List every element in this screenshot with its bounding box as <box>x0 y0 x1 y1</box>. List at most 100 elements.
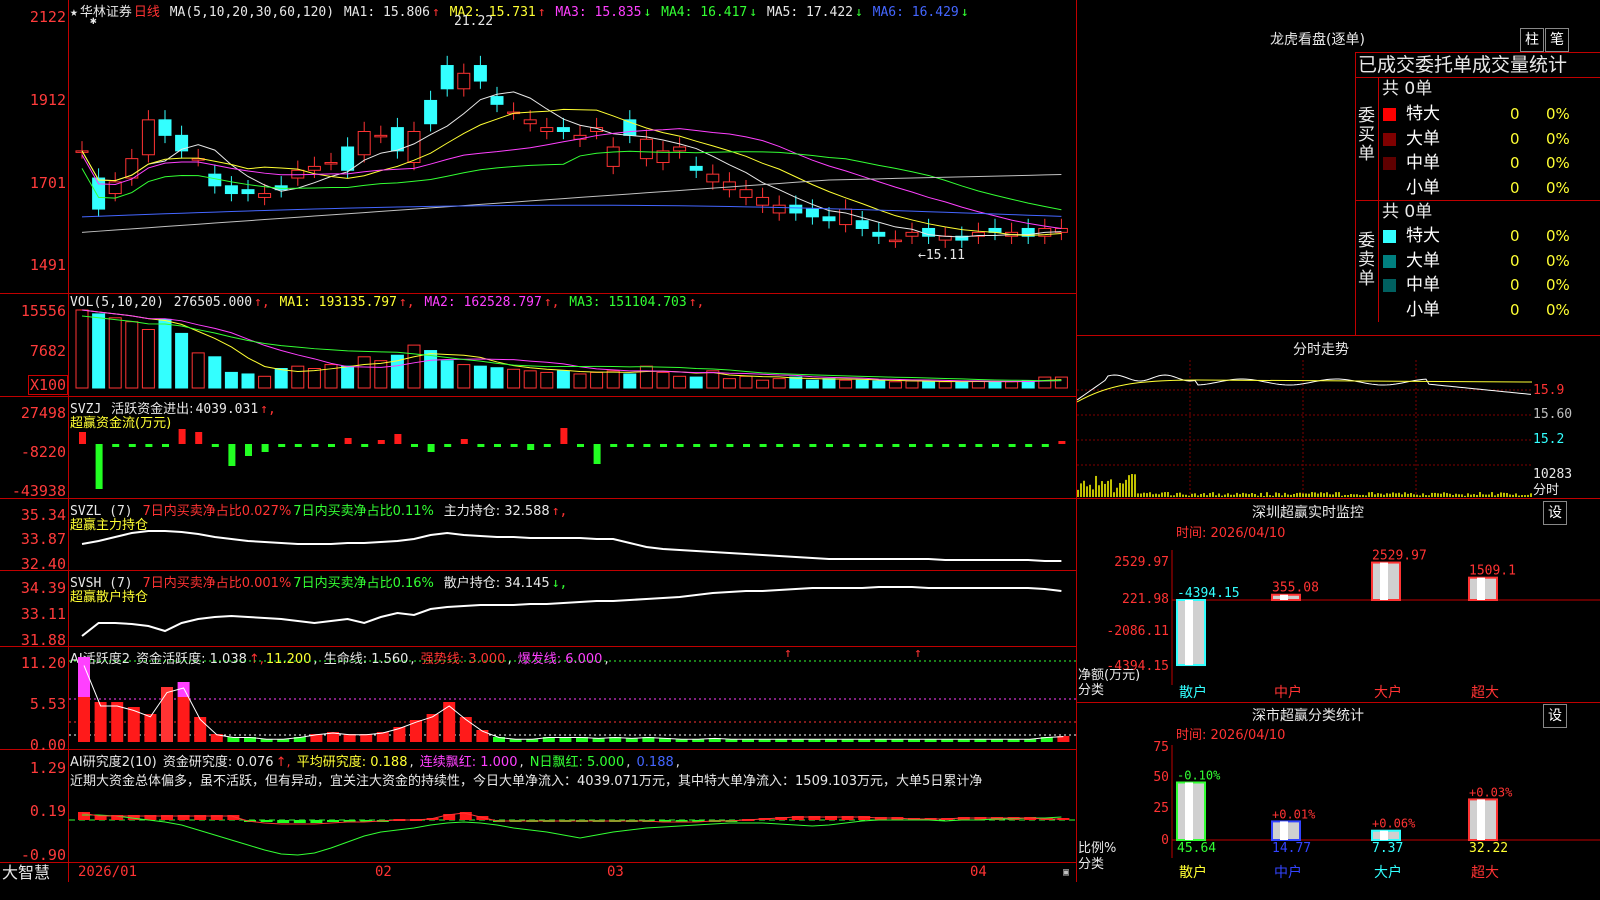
main-y-tick: 2122 <box>0 8 66 26</box>
volume-bar <box>939 382 951 388</box>
flow-bar <box>212 444 219 447</box>
sell-row-count: 0 <box>1510 300 1520 320</box>
volume-bar <box>474 366 486 388</box>
fs-vol-bar <box>1506 493 1508 497</box>
fs-vol-bar <box>1338 492 1340 497</box>
ai2-y-tick: 0.19 <box>0 802 66 820</box>
volume-bar <box>1006 382 1018 388</box>
volume-bar <box>757 380 769 388</box>
sell-row-count: 0 <box>1510 226 1520 246</box>
volume-bar <box>524 371 536 388</box>
flow-bar <box>610 444 617 447</box>
change-label: +0.06% <box>1372 817 1416 831</box>
activity-bar <box>194 717 206 742</box>
fs-vol-bar <box>1254 494 1256 497</box>
volume-bar <box>209 357 221 388</box>
flow-bar <box>892 444 899 447</box>
fs-vol-bar <box>1530 493 1532 497</box>
fs-vol-bar <box>1140 494 1142 497</box>
buy-row-pct: 0% <box>1546 178 1570 198</box>
y-tick-label: 2529.97 <box>1114 555 1169 570</box>
buy-color-swatch <box>1383 133 1396 146</box>
flow-bar <box>278 444 285 447</box>
volume-bar <box>889 382 901 388</box>
category-bar-highlight <box>1380 563 1388 600</box>
volume-bar <box>292 366 304 388</box>
main-position-chart[interactable] <box>69 499 1076 570</box>
x-label: 04 <box>970 865 987 879</box>
candle <box>889 240 901 242</box>
activity-chart[interactable]: ↑ ↑ <box>69 647 1076 749</box>
fs-vol-bar <box>1347 495 1349 497</box>
bar-mode-button[interactable]: 柱 <box>1520 28 1544 52</box>
fs-vol-bar <box>1116 488 1118 497</box>
fs-vol-bar <box>1314 492 1316 497</box>
fs-vol-bar <box>1086 486 1088 497</box>
flow-bar <box>527 444 534 450</box>
candle <box>740 190 752 198</box>
fs-vol-bar <box>1431 493 1433 497</box>
sell-color-swatch <box>1383 304 1396 317</box>
pane-divider <box>0 749 1076 750</box>
fs-vol-bar <box>1515 493 1517 497</box>
cls-settings-button[interactable]: 设 <box>1543 704 1567 728</box>
fs-vol-bar <box>1290 495 1292 497</box>
fs-vol-bar <box>1356 494 1358 497</box>
volume-chart[interactable] <box>69 294 1076 396</box>
flow-bar <box>959 444 966 447</box>
ai2-header: AI研究度2(10) 资金研究度: 0.076 ↑, 平均研究度: 0.188, … <box>70 751 682 770</box>
category-bar-highlight <box>1477 578 1485 600</box>
intraday-chart[interactable] <box>1077 360 1532 497</box>
candle <box>474 66 486 82</box>
flow-bar <box>394 434 401 444</box>
fs-vol-bar <box>1095 476 1097 497</box>
sz-net-bar-chart[interactable]: 2529.97221.98-2086.11-4394.15-4394.15散户3… <box>1077 545 1600 705</box>
flow-bar <box>162 444 169 447</box>
flow-bar <box>444 444 451 447</box>
flow-bar <box>1058 441 1065 444</box>
bar-value-label: 355.08 <box>1272 581 1319 596</box>
ma30-line <box>82 151 1061 209</box>
buy-total: 共 0单 <box>1382 80 1432 99</box>
category-label: 大户 <box>1374 864 1402 881</box>
fs-vol-bar <box>1137 493 1139 497</box>
fs-vol-bar <box>1365 495 1367 497</box>
flow-bar <box>627 444 634 447</box>
fund-flow-chart[interactable] <box>69 397 1076 498</box>
fs-vol-bar <box>1446 493 1448 497</box>
svsh-y-tick: 33.11 <box>0 605 66 623</box>
y-tick-label: 0 <box>1161 833 1169 848</box>
fs-vol-bar <box>1485 495 1487 497</box>
cls-ratio-bar-chart[interactable]: 75 50 25 0 -0.10% 45.64 散户 +0.01% 14.77 中户 +0.06% 7… <box>1077 740 1600 900</box>
flow-bar <box>311 444 318 447</box>
activity-bar <box>95 702 107 742</box>
volume-bar <box>591 372 603 388</box>
volume-bar <box>441 361 453 388</box>
fs-vol-bar <box>1308 494 1310 497</box>
svsh-y-tick: 31.88 <box>0 631 66 649</box>
fs-vol-bar <box>1524 495 1526 497</box>
fs-vol-bar <box>1101 481 1103 497</box>
sz-settings-button[interactable]: 设 <box>1543 501 1567 525</box>
fs-vol-bar <box>1377 493 1379 497</box>
change-label: +0.01% <box>1272 807 1316 821</box>
vol-unit: X100 <box>28 375 68 395</box>
sell-row-count: 0 <box>1510 251 1520 271</box>
volume-bar <box>259 376 271 388</box>
cls-axis-label: 比例% <box>1078 842 1116 856</box>
candle <box>242 190 254 194</box>
tick-mode-button[interactable]: 笔 <box>1545 28 1569 52</box>
fs-vol-bar <box>1143 493 1145 497</box>
research-chart[interactable] <box>69 790 1076 862</box>
retail-position-chart[interactable] <box>69 571 1076 646</box>
activity-line <box>84 666 1063 740</box>
flow-bar <box>179 429 186 444</box>
fs-title: 分时走势 <box>1293 343 1349 357</box>
candle <box>823 217 835 221</box>
candle <box>358 131 370 154</box>
fs-vol-bar <box>1173 495 1175 497</box>
volume-bar <box>375 361 387 388</box>
y-tick-label: -2086.11 <box>1106 624 1169 639</box>
buy-color-swatch <box>1383 108 1396 121</box>
candle <box>873 232 885 236</box>
